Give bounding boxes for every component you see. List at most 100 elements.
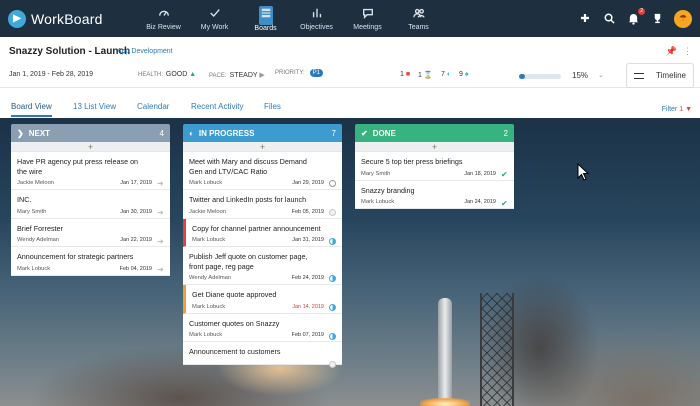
move-arrow-icon[interactable]: ➜ xyxy=(157,266,164,274)
column-in-progress: ◐ IN PROGRESS 7 + Meet with Mary and discuss… xyxy=(183,124,342,368)
bar-chart-icon xyxy=(311,7,323,24)
task-owner: Wendy Adelman xyxy=(189,275,232,281)
in-progress-status-icon[interactable] xyxy=(329,332,336,340)
trophy-icon[interactable] xyxy=(650,12,664,26)
task-card[interactable]: Announcement to customers xyxy=(183,342,342,368)
task-card[interactable]: Snazzy branding Mark Lobuck Jan 24, 2019 ✔ xyxy=(355,180,514,209)
risk-count[interactable]: 1 ■ xyxy=(400,71,410,78)
task-card[interactable]: Secure 5 top tier press briefings Mary Sm… xyxy=(355,152,514,181)
task-card[interactable]: Have PR agency put press release on the … xyxy=(11,152,170,190)
task-meta: Wendy Adelman Jan 22, 2019 xyxy=(17,237,164,243)
column-next: ❯ NEXT 4 + Have PR agency put press release … xyxy=(11,124,170,276)
nav-teams[interactable]: Teams xyxy=(393,0,444,37)
in-progress-count[interactable]: 7 ◐ xyxy=(441,71,451,78)
people-count[interactable]: 9 ♠ xyxy=(459,71,469,78)
move-arrow-icon[interactable]: ➜ xyxy=(157,237,164,245)
task-card[interactable]: Publish Jeff quote on customer page, fro… xyxy=(183,247,342,285)
nav-meetings[interactable]: Meetings xyxy=(342,0,393,37)
filter-button[interactable]: Filter 1 ▼ xyxy=(662,106,692,113)
task-owner: Mark Lobuck xyxy=(192,237,226,243)
task-card[interactable]: INC. Mary Smith Jan 30, 2019 ➜ xyxy=(11,190,170,219)
chevron-down-icon[interactable]: ⌄ xyxy=(598,71,604,79)
task-owner: Mark Lobuck xyxy=(17,265,51,272)
filter-icon: ▼ xyxy=(685,106,692,113)
task-due-date: Jan 31, 2019 xyxy=(292,237,324,243)
task-card[interactable]: Copy for channel partner announcement Mar… xyxy=(183,218,342,247)
add-icon[interactable]: ✚ xyxy=(578,12,592,26)
task-card[interactable]: Announcement for strategic partners Mark … xyxy=(11,247,170,276)
page-title: Snazzy Solution - Launch xyxy=(9,46,131,57)
tab-files[interactable]: Files xyxy=(264,102,281,111)
search-icon[interactable] xyxy=(602,12,616,26)
task-meta: Mark Lobuck Feb 07, 2019 xyxy=(189,332,336,338)
task-card[interactable]: Get Diane quote approved Mark Lobuck Jan 1… xyxy=(183,285,342,314)
move-arrow-icon[interactable]: ➜ xyxy=(157,209,164,217)
nav-my-work[interactable]: My Work xyxy=(189,0,240,37)
rocket-flame-graphic xyxy=(420,398,470,406)
blocked-count[interactable]: 1 ⌛ xyxy=(418,71,433,79)
column-header[interactable]: ◐ IN PROGRESS 7 xyxy=(183,124,342,142)
team-link[interactable]: App Development xyxy=(117,48,173,55)
nav-biz-review[interactable]: Biz Review xyxy=(138,0,189,37)
timeline-icon xyxy=(634,72,645,79)
add-card-button[interactable]: + xyxy=(11,142,170,152)
task-card[interactable]: Customer quotes on Snazzy Mark Lobuck Feb … xyxy=(183,313,342,342)
task-meta: Jackie Meloon Feb 05, 2019 xyxy=(189,209,336,215)
health-status[interactable]: HEALTH: GOOD ▲ xyxy=(138,71,196,78)
check-icon xyxy=(209,7,221,24)
progress-fill xyxy=(519,74,526,79)
task-meta: Mary Smith Jan 18, 2019 xyxy=(361,171,508,177)
add-card-button[interactable]: + xyxy=(183,142,342,152)
pin-icon[interactable]: 📌 xyxy=(666,46,677,57)
task-owner: Jackie Meloon xyxy=(17,180,55,186)
header-actions: 📌 ⋮ xyxy=(666,46,692,57)
timeline-button[interactable]: Timeline xyxy=(626,63,694,88)
nav-label: Meetings xyxy=(353,23,382,31)
column-header[interactable]: ✔ DONE 2 xyxy=(355,124,514,142)
task-card[interactable]: Meet with Mary and discuss Demand Gen an… xyxy=(183,152,342,190)
task-due-date: Jan 29, 2019 xyxy=(292,180,324,186)
task-title: Publish Jeff quote on customer page, fro… xyxy=(189,252,308,271)
date-range[interactable]: Jan 1, 2019 - Feb 28, 2019 xyxy=(9,71,93,78)
add-card-button[interactable]: + xyxy=(355,142,514,152)
priority-status[interactable]: PRIORITY: P1 xyxy=(275,69,324,77)
in-progress-status-icon[interactable] xyxy=(329,237,336,245)
tab-calendar[interactable]: Calendar xyxy=(137,102,169,111)
notifications-icon[interactable]: 2 xyxy=(626,7,645,26)
task-meta: Jackie Meloon Jan 17, 2019 xyxy=(17,180,164,186)
nav-objectives[interactable]: Objectives xyxy=(291,0,342,37)
column-title: IN PROGRESS xyxy=(198,128,255,138)
workboard-logo-icon: ▶ xyxy=(8,9,26,28)
task-card[interactable]: Brief Forrester Wendy Adelman Jan 22, 2019… xyxy=(11,218,170,247)
not-started-status-icon[interactable] xyxy=(329,209,336,216)
top-navigation-bar: ▶ WorkBoard Biz Review My Work Boards Objec… xyxy=(0,0,700,37)
done-check-icon[interactable]: ✔ xyxy=(501,199,508,207)
column-status-icon: ✔ xyxy=(361,128,368,138)
in-progress-status-icon[interactable] xyxy=(329,304,336,311)
progress-percent: 15% xyxy=(572,71,589,80)
risk-icon: ■ xyxy=(405,71,411,78)
not-started-status-icon[interactable] xyxy=(329,361,336,368)
task-title: Announcement to customers xyxy=(189,347,281,356)
task-card[interactable]: Twitter and LinkedIn posts for launch Jac… xyxy=(183,190,342,219)
progress-bar xyxy=(519,74,561,79)
task-title: Customer quotes on Snazzy xyxy=(189,318,280,328)
user-avatar[interactable]: ☂ xyxy=(674,9,692,28)
tab-board-view[interactable]: Board View xyxy=(11,102,52,117)
task-owner: Mark Lobuck xyxy=(189,332,223,338)
brand[interactable]: ▶ WorkBoard xyxy=(8,9,138,28)
nav-actions: ✚ 2 ☂ xyxy=(578,0,692,37)
tab-recent-activity[interactable]: Recent Activity xyxy=(191,102,243,111)
move-arrow-icon[interactable]: ➜ xyxy=(157,180,164,188)
nav-boards[interactable]: Boards xyxy=(240,0,291,37)
task-due-date: Jan 18, 2019 xyxy=(464,170,496,177)
column-header[interactable]: ❯ NEXT 4 xyxy=(11,124,170,142)
more-options-icon[interactable]: ⋮ xyxy=(683,46,692,57)
pace-status[interactable]: PACE: STEADY ▶ xyxy=(209,71,265,79)
task-owner: Wendy Adelman xyxy=(17,237,60,243)
tab-list-view[interactable]: 13 List View xyxy=(73,102,116,111)
hourglass-icon: ⌛ xyxy=(423,72,433,79)
in-progress-status-icon[interactable] xyxy=(329,275,336,282)
info-status-icon[interactable] xyxy=(329,180,336,187)
done-check-icon[interactable]: ✔ xyxy=(501,171,508,179)
